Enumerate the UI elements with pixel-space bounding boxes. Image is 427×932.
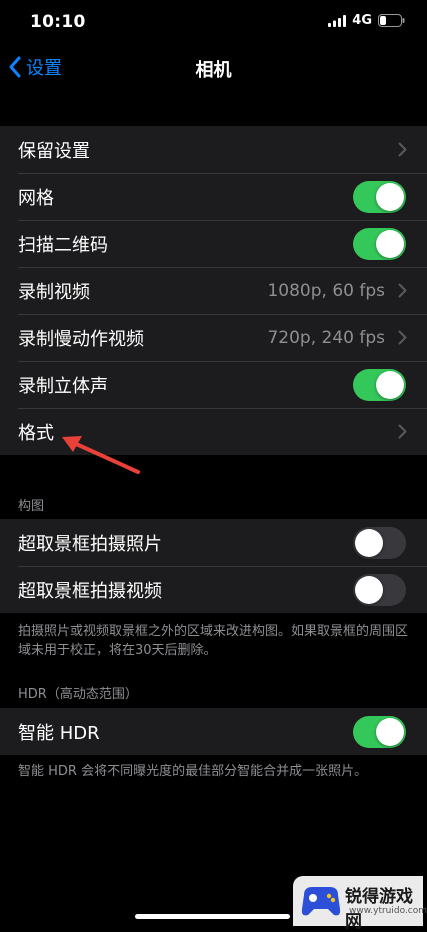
composition-header: 构图: [18, 499, 45, 514]
record-video-label: 录制视频: [18, 281, 90, 303]
video-outside-frame-toggle[interactable]: [353, 573, 406, 606]
composition-group: 超取景框拍摄照片 超取景框拍摄视频: [0, 519, 427, 613]
record-video-value: 1080p, 60 fps: [267, 280, 385, 301]
row-scan-qr: 扫描二维码: [0, 220, 427, 267]
chevron-right-icon: [398, 330, 407, 345]
chevron-right-icon: [398, 283, 407, 298]
navigation-bar: 设置 相机: [0, 44, 427, 89]
scan-qr-toggle[interactable]: [353, 227, 406, 260]
home-indicator: [135, 914, 290, 919]
page-title: 相机: [195, 60, 232, 81]
annotation-arrow-icon: [62, 436, 140, 474]
row-record-video[interactable]: 录制视频 1080p, 60 fps: [0, 267, 427, 314]
camera-settings-group: 保留设置 网格 扫描二维码 录制视频 1080p, 60 fps 录制慢动作视频…: [0, 126, 427, 455]
toggle-knob: [376, 717, 404, 746]
grid-toggle[interactable]: [353, 180, 406, 213]
gamepad-logo-icon: [301, 887, 341, 916]
formats-label: 格式: [18, 422, 54, 444]
scan-qr-label: 扫描二维码: [18, 234, 108, 256]
status-icons: 4G: [328, 13, 405, 28]
photo-outside-frame-label: 超取景框拍摄照片: [18, 533, 162, 555]
row-grid: 网格: [0, 173, 427, 220]
toggle-knob: [376, 229, 404, 258]
photo-outside-frame-toggle[interactable]: [353, 526, 406, 559]
toggle-knob: [376, 370, 404, 399]
status-bar: 10:10 4G: [0, 0, 427, 46]
chevron-right-icon: [398, 142, 407, 157]
row-record-slomo[interactable]: 录制慢动作视频 720p, 240 fps: [0, 314, 427, 361]
row-record-stereo: 录制立体声: [0, 361, 427, 408]
smart-hdr-label: 智能 HDR: [18, 722, 100, 744]
composition-footer: 拍摄照片或视频取景框之外的区域来改进构图。如果取景框的周围区域未用于校正，将在3…: [18, 624, 409, 658]
row-photo-outside-frame: 超取景框拍摄照片: [0, 519, 427, 566]
record-stereo-label: 录制立体声: [18, 375, 108, 397]
network-label: 4G: [352, 13, 372, 28]
smart-hdr-toggle[interactable]: [353, 715, 406, 748]
watermark-url: www.ytruido.com: [349, 906, 427, 916]
hdr-group: 智能 HDR: [0, 708, 427, 755]
preserve-settings-label: 保留设置: [18, 140, 90, 162]
toggle-knob: [376, 182, 404, 211]
signal-icon: [328, 14, 347, 27]
status-time: 10:10: [30, 12, 86, 32]
record-slomo-value: 720p, 240 fps: [267, 327, 385, 348]
toggle-knob: [355, 528, 383, 557]
record-slomo-label: 录制慢动作视频: [18, 328, 144, 350]
grid-label: 网格: [18, 187, 54, 209]
record-stereo-toggle[interactable]: [353, 368, 406, 401]
row-smart-hdr: 智能 HDR: [0, 708, 427, 755]
hdr-header: HDR（高动态范围）: [18, 687, 138, 702]
video-outside-frame-label: 超取景框拍摄视频: [18, 580, 162, 602]
watermark: 锐得游戏网 www.ytruido.com: [293, 876, 427, 932]
row-preserve-settings[interactable]: 保留设置: [0, 126, 427, 173]
row-video-outside-frame: 超取景框拍摄视频: [0, 566, 427, 613]
battery-icon: [378, 14, 405, 27]
chevron-right-icon: [398, 424, 407, 439]
hdr-footer: 智能 HDR 会将不同曝光度的最佳部分智能合并成一张照片。: [18, 764, 368, 779]
toggle-knob: [355, 575, 383, 604]
